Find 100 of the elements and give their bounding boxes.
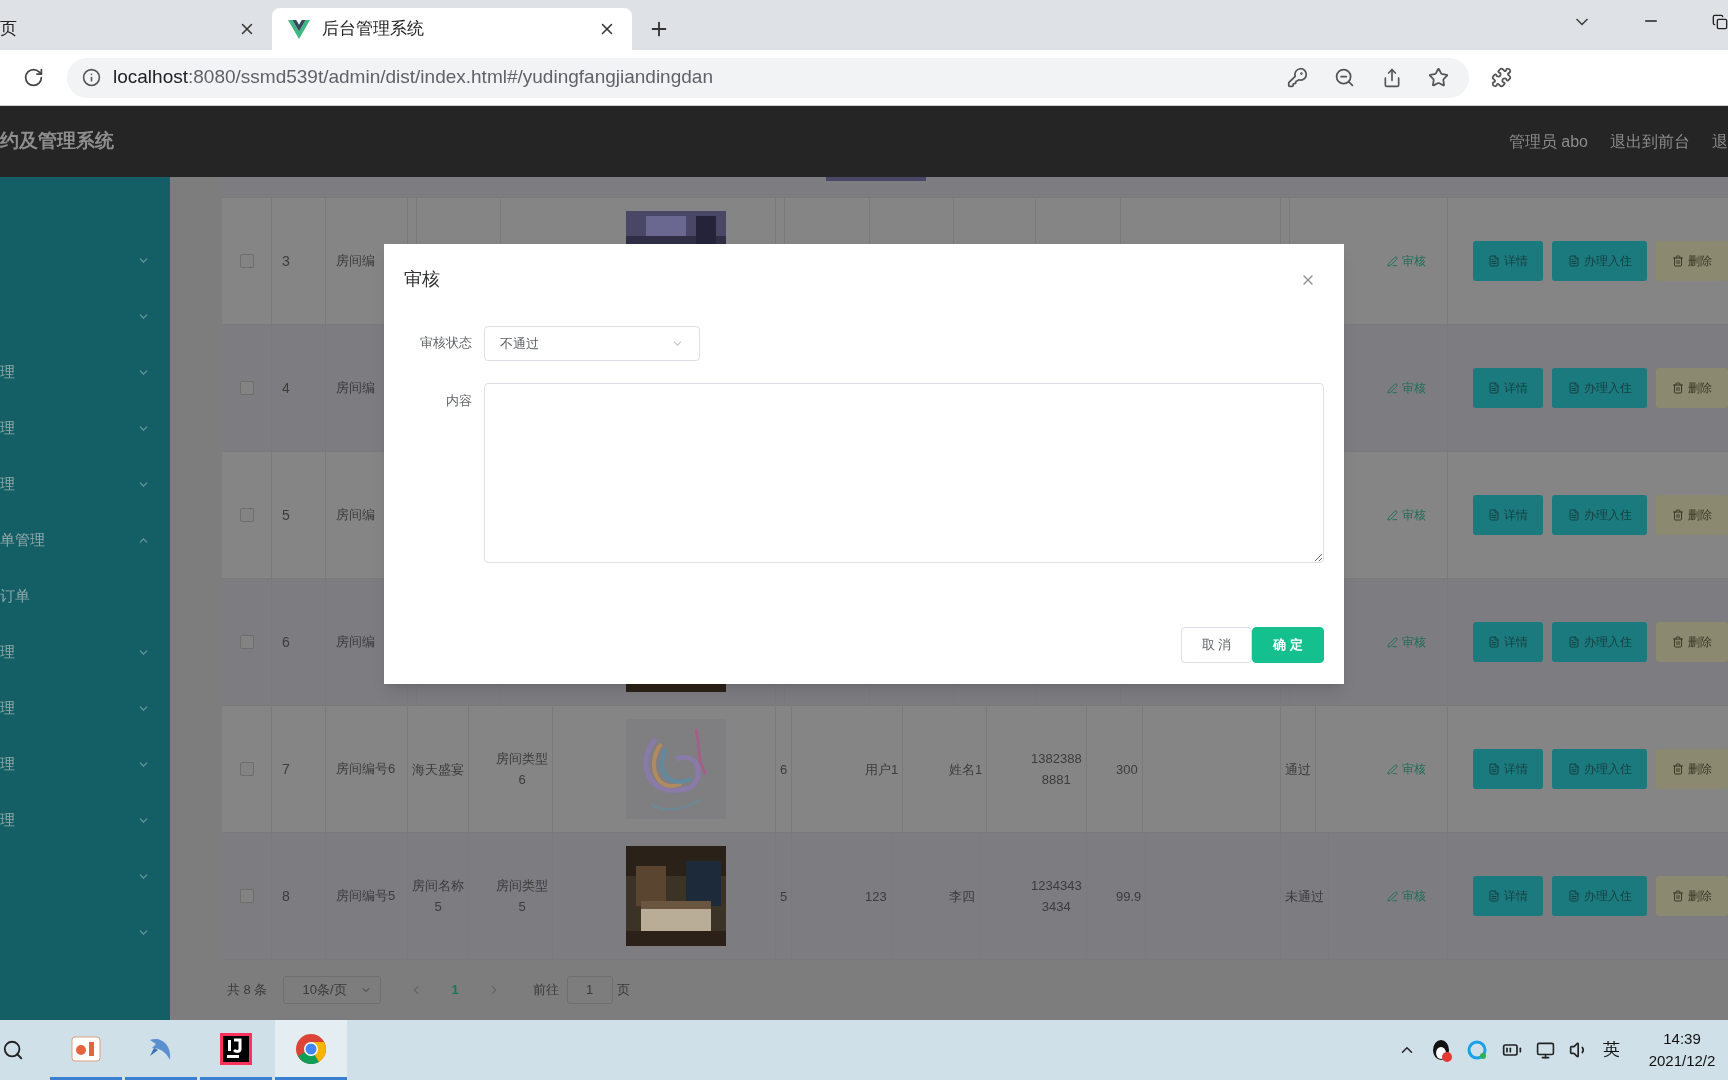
document-icon	[1488, 509, 1500, 521]
key-icon[interactable]	[1287, 67, 1308, 88]
room-number-cell-text: 房间编号6	[336, 760, 396, 779]
trash-icon	[1672, 890, 1684, 902]
vue-logo-icon	[288, 19, 310, 39]
header-link[interactable]: 管理员 abo	[1508, 129, 1588, 154]
review-link[interactable]: 审核	[1386, 760, 1426, 778]
extensions-icon[interactable]	[1491, 67, 1512, 88]
row-number: 5	[282, 505, 290, 525]
sidebar-item[interactable]: 理	[0, 360, 15, 384]
row-number: 3	[282, 251, 290, 271]
room-type-cell-text: 房间类型5	[496, 877, 548, 916]
details-button[interactable]: 详情	[1473, 749, 1543, 789]
pen-icon	[1386, 890, 1398, 902]
review-link[interactable]: 审核	[1386, 633, 1426, 651]
page-suffix: 页	[616, 981, 630, 1000]
delete-button[interactable]: 删除	[1656, 241, 1728, 281]
dialog-title: 审核	[404, 268, 440, 291]
document-icon	[1567, 890, 1580, 902]
price-cell-text: 99.9	[1116, 887, 1142, 906]
room-number-cell-text: 房间编	[336, 633, 375, 652]
cancel-button[interactable]: 取 消	[1180, 627, 1253, 663]
content-field[interactable]	[484, 383, 1324, 563]
name-cell-text: 李四	[949, 887, 975, 906]
trash-icon	[1672, 636, 1684, 648]
table-cell-text: 6	[780, 760, 788, 779]
trash-icon	[1672, 509, 1684, 521]
pen-icon	[1386, 382, 1398, 394]
browser-icon	[295, 1032, 327, 1065]
room-number-cell-text: 房间编号5	[336, 887, 396, 906]
document-icon	[1488, 763, 1500, 775]
penguin-icon[interactable]	[1430, 1038, 1452, 1062]
username-cell-text: 用户1	[865, 760, 899, 779]
status-cell-text: 通过	[1285, 760, 1311, 779]
tab-title: 页	[0, 18, 18, 41]
details-button[interactable]: 详情	[1473, 241, 1543, 281]
clock-time[interactable]: 14:39	[1663, 1027, 1701, 1050]
phone-cell-text: 13823888881	[1031, 750, 1082, 789]
ide-icon	[220, 1032, 252, 1065]
document-icon	[1488, 255, 1500, 267]
table-cell-text: 5	[780, 887, 788, 906]
delete-button[interactable]: 删除	[1656, 749, 1728, 789]
review-link[interactable]: 审核	[1386, 887, 1426, 905]
price-cell-text: 300	[1116, 760, 1138, 779]
pen-icon	[1386, 509, 1398, 521]
details-button[interactable]: 详情	[1473, 495, 1543, 535]
reload-icon[interactable]	[23, 67, 44, 88]
zoom-out-icon[interactable]	[1334, 67, 1355, 88]
browser-tab[interactable]: 后台管理系统	[272, 8, 632, 50]
sidebar-subitem[interactable]: 订单	[0, 568, 170, 624]
document-icon	[1488, 636, 1500, 648]
sidebar-item[interactable]: 理	[0, 640, 15, 664]
field-label: 审核状态	[419, 334, 473, 352]
sidebar-item[interactable]: 理	[0, 752, 15, 776]
pen-icon	[1386, 763, 1398, 775]
delete-button[interactable]: 删除	[1656, 368, 1728, 408]
review-link[interactable]: 审核	[1386, 252, 1426, 270]
star-icon[interactable]	[1428, 67, 1449, 88]
room-number-cell-text: 房间编	[336, 252, 375, 271]
document-icon	[1567, 763, 1580, 775]
confirm-button[interactable]: 确 定	[1252, 627, 1324, 663]
page-size-select[interactable]: 10条/页	[283, 976, 382, 1004]
go-to-label: 前往	[532, 981, 559, 1000]
status-select[interactable]: 不通过	[484, 326, 700, 361]
trash-icon	[1672, 763, 1684, 775]
details-button[interactable]: 详情	[1473, 876, 1543, 916]
review-link[interactable]: 审核	[1386, 379, 1426, 397]
trash-icon	[1672, 255, 1684, 267]
field-label: 内容	[445, 392, 473, 410]
sidebar-item[interactable]: 理	[0, 696, 15, 720]
delete-button[interactable]: 删除	[1656, 495, 1728, 535]
delete-button[interactable]: 删除	[1656, 622, 1728, 662]
row-number: 7	[282, 759, 290, 779]
header-link[interactable]: 退	[1712, 129, 1728, 154]
name-cell-text: 姓名1	[949, 760, 983, 779]
document-icon	[1488, 890, 1500, 902]
sidebar-item[interactable]: 理	[0, 808, 15, 832]
clock-date[interactable]: 2021/12/2	[1648, 1050, 1716, 1073]
room-name-cell-text: 房间名称5	[412, 877, 464, 916]
sidebar-item[interactable]: 单管理	[0, 528, 45, 552]
share-icon[interactable]	[1382, 67, 1402, 88]
document-icon	[1567, 636, 1580, 648]
room-name-cell-text: 海天盛宴	[412, 760, 464, 779]
details-button[interactable]: 详情	[1473, 368, 1543, 408]
search-icon[interactable]	[2, 1039, 24, 1061]
input-method-indicator[interactable]: 英	[1603, 1037, 1620, 1063]
cloud-icon[interactable]	[1466, 1039, 1488, 1061]
details-button[interactable]: 详情	[1473, 622, 1543, 662]
room-number-cell-text: 房间编	[336, 379, 375, 398]
sidebar-item[interactable]: 理	[0, 416, 15, 440]
network-icon[interactable]	[1536, 1040, 1555, 1060]
delete-button[interactable]: 删除	[1656, 876, 1728, 916]
sidebar-item[interactable]: 理	[0, 472, 15, 496]
address-bar[interactable]: localhost:8080/ssmd539t/admin/dist/index.html#/yudingfangjiandingdan	[67, 57, 1469, 98]
phone-cell-text: 12343433434	[1031, 877, 1082, 916]
review-link[interactable]: 审核	[1386, 506, 1426, 524]
header-link[interactable]: 退出到前台	[1610, 129, 1690, 154]
restore-icon[interactable]	[1712, 14, 1728, 30]
page-input[interactable]: 1	[566, 976, 613, 1004]
pen-icon	[1386, 255, 1398, 267]
